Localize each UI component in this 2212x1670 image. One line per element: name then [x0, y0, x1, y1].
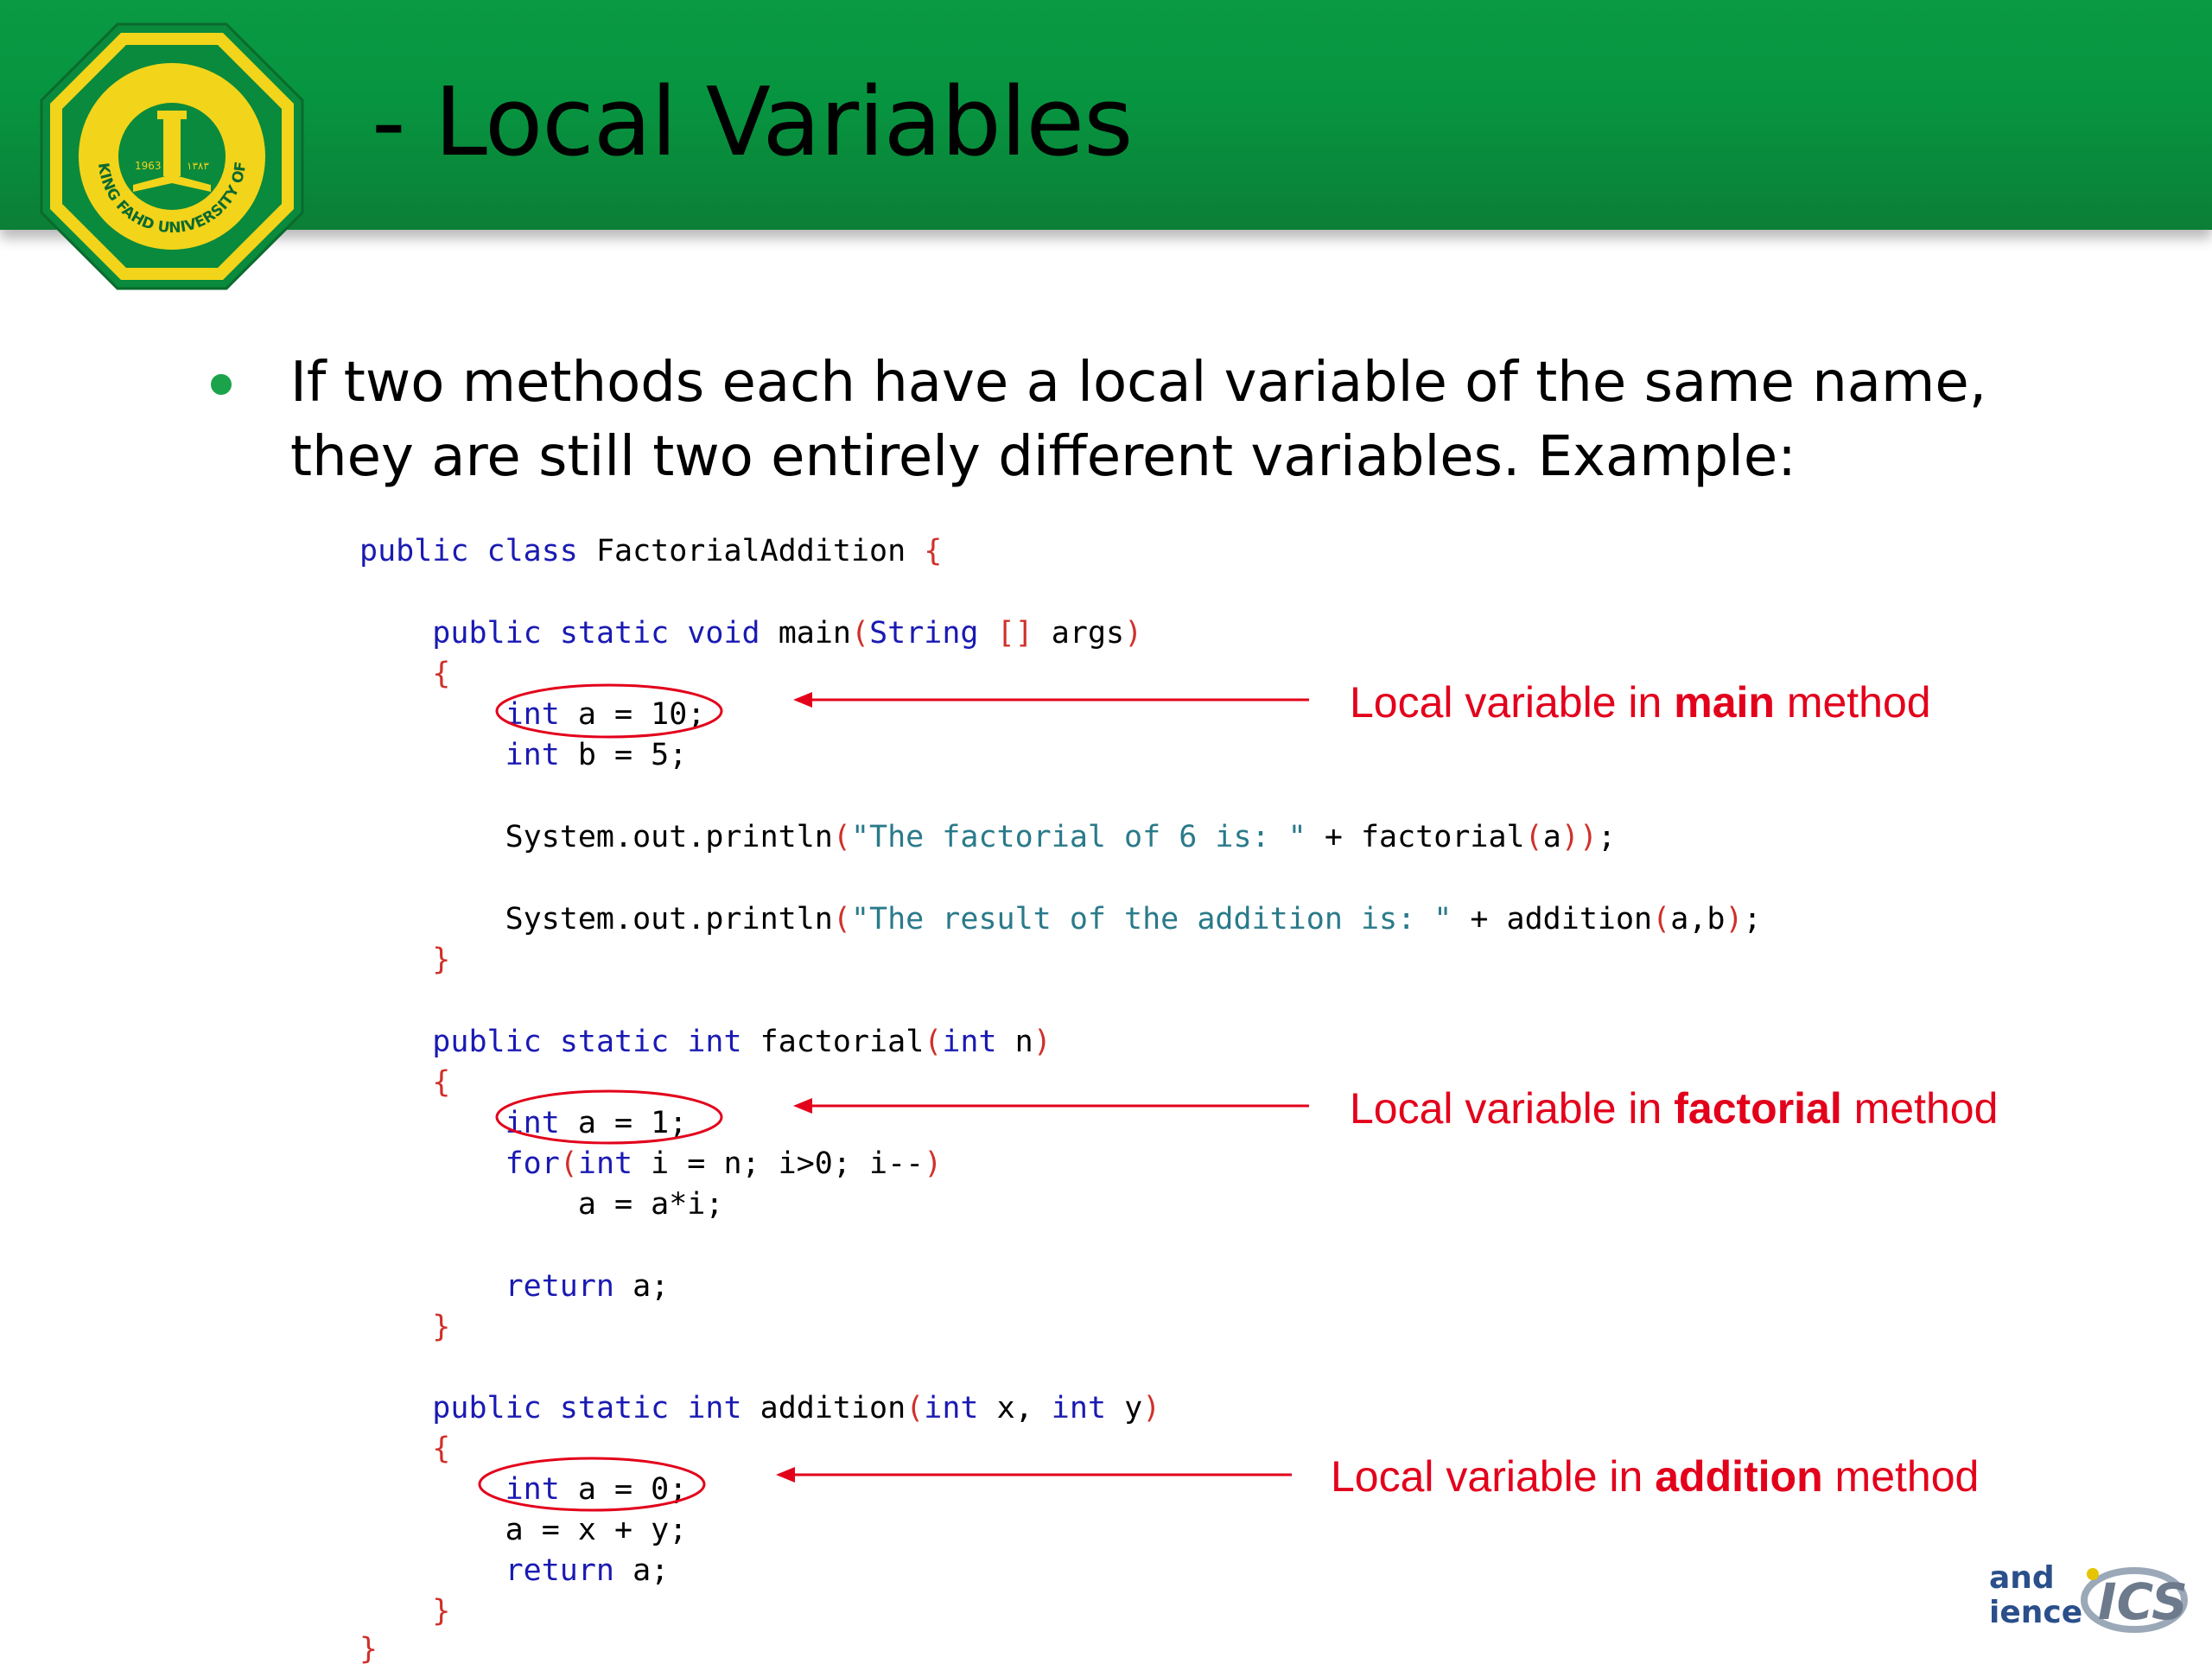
code-line: public static void main(String [] args): [432, 616, 1143, 651]
annotation-factorial: Local variable in factorial method: [1350, 1087, 1998, 1130]
code-line: public class FactorialAddition {: [359, 534, 943, 568]
svg-text:ience: ience: [1989, 1595, 2082, 1630]
svg-text:١٣٨٣: ١٣٨٣: [187, 160, 209, 172]
code-line: return a;: [505, 1553, 670, 1588]
annotation-prefix: Local variable in: [1350, 1084, 1675, 1133]
code-line: int a = 0;: [505, 1472, 688, 1507]
annotation-bold: addition: [1655, 1452, 1823, 1501]
code-line: {: [432, 1065, 451, 1100]
code-line: public static int factorial(int n): [432, 1025, 1052, 1059]
annotation-suffix: method: [1822, 1452, 1980, 1501]
slide-title: - Local Variables: [372, 67, 1133, 177]
annotation-prefix: Local variable in: [1331, 1452, 1656, 1501]
svg-text:ICS: ICS: [2098, 1572, 2188, 1631]
svg-text:and: and: [1989, 1560, 2055, 1596]
annotation-suffix: method: [1841, 1084, 1999, 1133]
code-line: int b = 5;: [505, 738, 688, 772]
code-line: int a = 10;: [505, 697, 706, 732]
code-line: }: [432, 943, 451, 977]
code-line: {: [432, 657, 451, 691]
arrow-head-main: [793, 692, 812, 708]
code-line: a = a*i;: [359, 1187, 724, 1222]
bullet-dot: [211, 374, 232, 395]
annotation-prefix: Local variable in: [1350, 678, 1675, 727]
code-line: for(int i = n; i>0; i--): [505, 1146, 943, 1181]
annotation-addition: Local variable in addition method: [1331, 1455, 1979, 1498]
code-line: }: [432, 1310, 451, 1344]
annotation-suffix: method: [1774, 678, 1931, 727]
annotation-bold: main: [1674, 678, 1775, 727]
code-line: System.out.println("The result of the ad…: [359, 902, 1762, 937]
code-line: {: [432, 1432, 451, 1466]
code-line: }: [359, 1632, 378, 1667]
arrow-head-factorial: [793, 1098, 812, 1114]
annotation-main: Local variable in main method: [1350, 681, 1931, 724]
svg-text:1963: 1963: [135, 160, 162, 172]
arrow-head-addition: [776, 1467, 795, 1483]
ics-corner-logo: and ience ICS: [1989, 1560, 2188, 1633]
code-line: return a;: [505, 1269, 670, 1304]
bullet-text: If two methods each have a local variabl…: [290, 351, 1987, 489]
annotation-bold: factorial: [1674, 1084, 1842, 1133]
code-line: a = x + y;: [359, 1513, 688, 1547]
kfupm-logo: 1963 ١٣٨٣ KING FAHD UNIVERSITY OF PETROL…: [38, 21, 304, 290]
code-line: public static int addition(int x, int y): [432, 1391, 1161, 1426]
code-line: }: [432, 1594, 451, 1629]
code-line: System.out.println("The factorial of 6 i…: [359, 820, 1617, 854]
code-line: int a = 1;: [505, 1106, 688, 1140]
